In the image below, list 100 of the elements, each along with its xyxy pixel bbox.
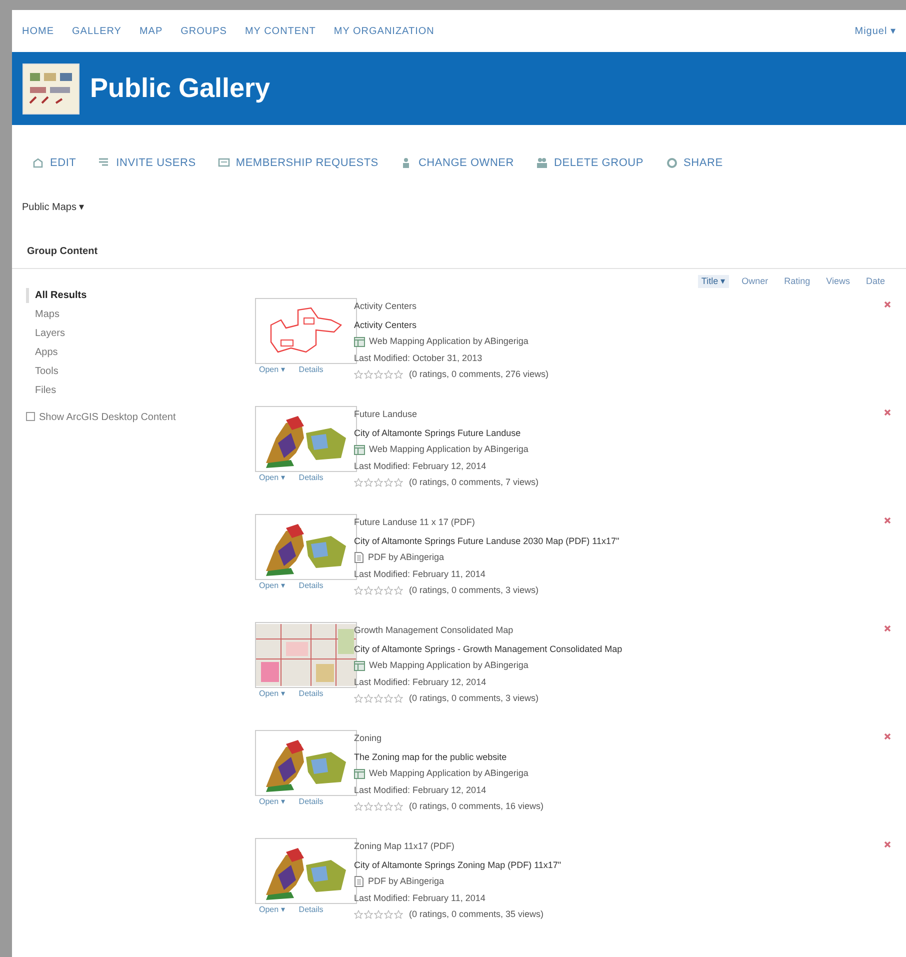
- toolbar-button[interactable]: MEMBERSHIP REQUESTS: [218, 155, 378, 172]
- star-icon[interactable]: [384, 910, 393, 920]
- star-icon[interactable]: [374, 478, 383, 488]
- star-icon[interactable]: [374, 586, 383, 596]
- star-icon[interactable]: [394, 910, 403, 920]
- checkbox-label: Show ArcGIS Desktop Content: [39, 411, 176, 425]
- star-icon[interactable]: [374, 694, 383, 704]
- filter-link[interactable]: Maps: [26, 307, 237, 322]
- star-icon[interactable]: [384, 586, 393, 596]
- item-type: PDF by ABingeriga: [368, 551, 444, 564]
- star-icon[interactable]: [364, 478, 373, 488]
- item-stats: (0 ratings, 0 comments, 3 views): [409, 584, 539, 597]
- star-icon[interactable]: [354, 586, 363, 596]
- item-summary: City of Altamonte Springs - Growth Management Consolidated Map: [354, 642, 624, 656]
- sort-option[interactable]: Date: [862, 274, 888, 288]
- open-menu[interactable]: Open ▾: [259, 904, 285, 916]
- star-icon[interactable]: [384, 370, 393, 380]
- remove-button[interactable]: [883, 624, 892, 633]
- details-link[interactable]: Details: [298, 472, 324, 484]
- message-icon: [218, 157, 230, 170]
- item-type: Web Mapping Application by ABingeriga: [369, 659, 528, 672]
- star-icon[interactable]: [374, 910, 383, 920]
- sort-option[interactable]: Owner: [738, 274, 772, 288]
- document-icon: [354, 876, 364, 888]
- remove-button[interactable]: [883, 408, 892, 417]
- item-stats: (0 ratings, 0 comments, 16 views): [409, 800, 544, 813]
- web-app-icon: [354, 444, 365, 455]
- star-icon[interactable]: [394, 370, 403, 380]
- item-summary: City of Altamonte Springs Future Landuse: [354, 426, 522, 440]
- sort-option[interactable]: Views: [823, 274, 853, 288]
- details-link[interactable]: Details: [298, 688, 324, 700]
- close-icon: [884, 409, 891, 416]
- toolbar-button[interactable]: EDIT: [32, 155, 76, 172]
- toolbar-button[interactable]: CHANGE OWNER: [400, 155, 514, 172]
- star-icon[interactable]: [354, 478, 363, 488]
- item-summary: Activity Centers: [354, 318, 418, 332]
- remove-button[interactable]: [883, 300, 892, 309]
- remove-button[interactable]: [883, 840, 892, 849]
- star-icon[interactable]: [364, 910, 373, 920]
- house-icon: [32, 157, 44, 170]
- open-menu[interactable]: Open ▾: [259, 472, 285, 484]
- nav-link[interactable]: MY ORGANIZATION: [334, 24, 434, 38]
- open-menu[interactable]: Open ▾: [259, 688, 285, 700]
- item-title[interactable]: Future Landuse: [354, 408, 418, 422]
- open-menu[interactable]: Open ▾: [259, 580, 285, 592]
- filter-link[interactable]: Apps: [26, 345, 237, 360]
- filter-link[interactable]: Files: [26, 383, 237, 398]
- filter-link[interactable]: Tools: [26, 364, 237, 379]
- star-icon[interactable]: [364, 802, 373, 812]
- nav-link[interactable]: GROUPS: [180, 24, 227, 38]
- star-icon[interactable]: [394, 694, 403, 704]
- filter-link[interactable]: Layers: [26, 326, 237, 341]
- star-icon[interactable]: [354, 694, 363, 704]
- section-title: Group Content: [27, 246, 98, 256]
- item-title[interactable]: Future Landuse 11 x 17 (PDF): [354, 516, 475, 530]
- sort-option[interactable]: Title ▾: [698, 274, 729, 288]
- star-icon[interactable]: [364, 586, 373, 596]
- remove-button[interactable]: [883, 732, 892, 741]
- star-icon[interactable]: [374, 802, 383, 812]
- star-icon[interactable]: [364, 694, 373, 704]
- star-icon[interactable]: [384, 694, 393, 704]
- star-icon[interactable]: [394, 586, 403, 596]
- star-icon[interactable]: [394, 802, 403, 812]
- star-icon[interactable]: [354, 370, 363, 380]
- toolbar-button[interactable]: INVITE USERS: [98, 155, 196, 172]
- details-link[interactable]: Details: [298, 904, 324, 916]
- item-stats: (0 ratings, 0 comments, 276 views): [409, 368, 549, 381]
- star-icon[interactable]: [354, 802, 363, 812]
- group-title: Public Gallery: [90, 72, 270, 106]
- filter-link[interactable]: All Results: [26, 288, 237, 303]
- open-menu[interactable]: Open ▾: [259, 364, 285, 376]
- item-title[interactable]: Growth Management Consolidated Map: [354, 624, 514, 638]
- toolbar-button[interactable]: SHARE: [666, 155, 723, 172]
- nav-link[interactable]: MY CONTENT: [244, 24, 316, 38]
- star-icon[interactable]: [364, 370, 373, 380]
- star-icon[interactable]: [374, 370, 383, 380]
- checkbox[interactable]: [26, 412, 35, 421]
- star-icon[interactable]: [384, 802, 393, 812]
- close-icon: [884, 517, 891, 524]
- remove-button[interactable]: [883, 516, 892, 525]
- star-icon[interactable]: [384, 478, 393, 488]
- item-title[interactable]: Activity Centers: [354, 300, 417, 314]
- details-link[interactable]: Details: [298, 796, 324, 808]
- nav-link[interactable]: GALLERY: [72, 24, 122, 38]
- sort-option[interactable]: Rating: [781, 274, 814, 288]
- user-menu[interactable]: Miguel ▾: [854, 24, 896, 38]
- item-title[interactable]: Zoning: [354, 732, 382, 746]
- group-menu[interactable]: Public Maps ▾: [22, 202, 84, 212]
- item-title[interactable]: Zoning Map 11x17 (PDF): [354, 840, 454, 854]
- open-menu[interactable]: Open ▾: [259, 796, 285, 808]
- item-summary: City of Altamonte Springs Zoning Map (PDF) 11x17": [354, 858, 562, 872]
- details-link[interactable]: Details: [298, 364, 324, 376]
- nav-link[interactable]: MAP: [139, 24, 163, 38]
- modified-date: Last Modified: February 11, 2014: [354, 568, 486, 581]
- details-link[interactable]: Details: [298, 580, 324, 592]
- star-icon[interactable]: [394, 478, 403, 488]
- close-icon: [884, 301, 891, 308]
- toolbar-button[interactable]: DELETE GROUP: [536, 155, 644, 172]
- nav-link[interactable]: HOME: [22, 24, 54, 38]
- star-icon[interactable]: [354, 910, 363, 920]
